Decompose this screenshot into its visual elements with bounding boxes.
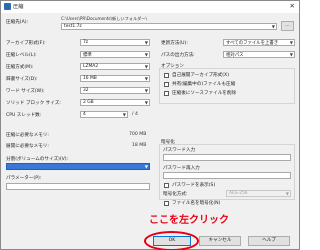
encryption-method-value: AES-256 [229,191,248,196]
word-size-select[interactable]: 32 ▼ [80,87,150,94]
solid-block-label: ソリッド ブロック サイズ: [6,101,61,106]
ok-button[interactable]: OK [153,236,191,246]
password-confirm-input[interactable] [163,172,291,179]
chevron-down-icon: ▼ [289,40,293,45]
solid-block-value: 2 GB [83,100,94,105]
annotation-text: ここを左クリック [149,215,229,226]
chevron-down-icon: ▼ [144,100,148,105]
help-button[interactable]: ヘルプ [248,236,290,246]
level-label: 圧縮レベル(L): [6,53,37,58]
chevron-down-icon: ▼ [144,76,148,81]
chevron-down-icon: ▼ [285,191,289,196]
chevron-down-icon: ▼ [144,40,148,45]
sfx-label: 自己展開アーカイブ形式(X) [172,73,229,78]
show-password-label: パスワードを表示(S) [172,183,216,188]
chevron-down-icon: ▼ [289,52,293,57]
solid-block-select[interactable]: 2 GB ▼ [80,99,150,106]
format-value: 7z [83,40,89,45]
word-size-value: 32 [83,88,89,93]
dict-value: 16 MB [83,76,97,81]
password-confirm-label: パスワード再入力 [163,166,200,171]
shared-files-label: 共有(編集中の)ファイルも圧縮 [172,82,236,87]
encryption-method-label: 暗号化方式: [163,192,188,197]
method-select[interactable]: LZMA2 ▼ [80,63,150,70]
cpu-threads-value: 4 [83,112,86,117]
mem-compress-value: 700 MB [129,132,147,137]
app-icon [4,3,11,10]
password-input[interactable] [163,154,291,161]
chevron-down-icon: ▼ [144,52,148,57]
close-icon[interactable]: ✕ [290,2,295,10]
chevron-down-icon: ▼ [271,24,275,29]
path-mode-label: パスの出力方法: [161,53,195,58]
window-title: 圧縮 [13,4,24,10]
compress-dialog: 圧縮 ✕ 圧縮先(A): C:\Users\PR\Documents\新しいフォ… [0,0,300,250]
split-select[interactable]: ▼ [6,163,150,170]
dict-label: 辞書サイズ(D): [6,77,38,82]
chevron-down-icon: ▼ [122,112,126,117]
archive-path: C:\Users\PR\Documents\新しいフォルダー\ [61,16,147,21]
update-mode-select[interactable]: すべてのファイルを上書き ▼ [223,39,295,46]
chevron-down-icon: ▼ [144,164,148,169]
mem-compress-label: 圧縮に必要なメモリ: [6,133,49,138]
update-mode-value: すべてのファイルを上書き [226,41,279,46]
level-select[interactable]: 標準 ▼ [80,51,150,58]
encryption-method-select[interactable]: AES-256 ▼ [226,190,291,197]
delete-source-label: 圧縮後にソースファイルを削除 [172,91,237,96]
mem-decompress-label: 展開に必要なメモリ: [6,144,49,149]
params-input[interactable] [6,183,150,190]
encrypt-names-checkbox[interactable] [164,201,169,206]
archive-label: 圧縮先(A): [6,20,29,25]
browse-button[interactable]: ... [281,21,294,31]
dict-select[interactable]: 16 MB ▼ [80,75,150,82]
method-value: LZMA2 [83,64,99,69]
show-password-checkbox[interactable] [164,183,169,188]
path-mode-value: 相対パス [226,53,244,58]
mem-decompress-value: 18 MB [132,143,147,148]
word-size-label: ワード サイズ(W): [6,89,45,94]
password-label: パスワード入力 [163,148,196,153]
chevron-down-icon: ▼ [144,64,148,69]
params-label: パラメーター(P): [6,176,42,181]
encrypt-names-label: ファイル名を暗号化(N) [172,201,221,206]
path-mode-select[interactable]: 相対パス ▼ [223,51,295,58]
format-select[interactable]: 7z ▼ [80,39,150,46]
archive-filename: test1.7z [64,24,82,29]
cancel-button[interactable]: キャンセル [199,236,241,246]
cpu-threads-label: CPU スレッド数: [6,113,42,118]
cpu-threads-total: / 4 [132,112,138,117]
split-label: 分割(ボリュームのサイズ)(V): [6,157,69,162]
level-value: 標準 [83,53,92,58]
sfx-checkbox[interactable] [164,73,169,78]
chevron-down-icon: ▼ [144,88,148,93]
delete-source-checkbox[interactable] [164,91,169,96]
title-bar: 圧縮 ✕ [1,1,299,13]
archive-filename-combo[interactable]: test1.7z ▼ [61,23,277,30]
format-label: アーカイブ形式(F): [6,41,46,46]
method-label: 圧縮方式(M): [6,65,34,70]
shared-files-checkbox[interactable] [164,82,169,87]
cpu-threads-select[interactable]: 4 ▼ [80,111,128,118]
update-mode-label: 更新方法(U): [161,41,188,46]
